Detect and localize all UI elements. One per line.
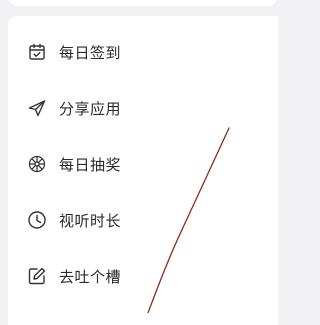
menu-item-daily-lottery[interactable]: 每日抽奖 [8,136,278,192]
menu-card: 每日签到 分享应用 每日抽奖 视听时长 去吐个槽 [8,16,278,325]
menu-item-share-app[interactable]: 分享应用 [8,80,278,136]
previous-section-card [8,0,278,6]
menu-item-label: 去吐个槽 [59,267,122,286]
share-plane-icon [27,98,47,118]
menu-item-label: 视听时长 [59,211,122,230]
menu-item-label: 分享应用 [59,99,122,118]
calendar-check-icon [27,42,47,62]
menu-item-label: 每日抽奖 [59,155,122,174]
clock-icon [27,210,47,230]
lottery-wheel-icon [27,154,47,174]
menu-item-daily-checkin[interactable]: 每日签到 [8,24,278,80]
feedback-edit-icon [27,266,47,286]
menu-item-feedback[interactable]: 去吐个槽 [8,248,278,304]
menu-item-listening-time[interactable]: 视听时长 [8,192,278,248]
menu-item-label: 每日签到 [59,43,122,62]
